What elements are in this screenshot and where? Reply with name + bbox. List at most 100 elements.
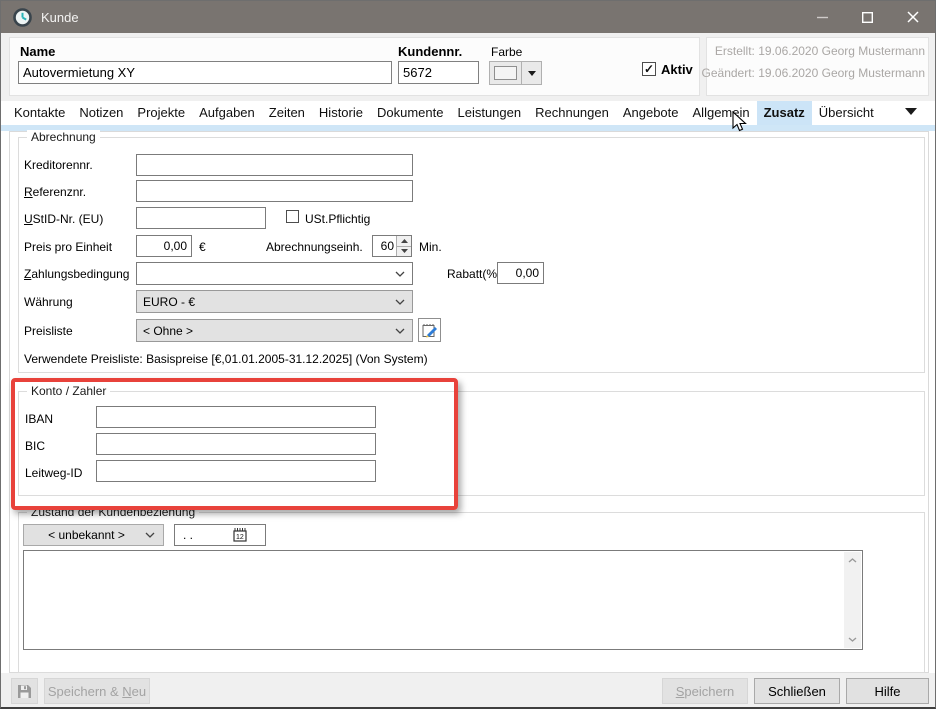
iban-input[interactable] (96, 406, 376, 428)
zahlungsbedingung-label: Zahlungsbedingung (24, 267, 129, 281)
kunde-window: Kunde Name Kundennr. Farbe ✓ (0, 0, 936, 709)
rabatt-label: Rabatt(%) (447, 267, 501, 281)
tab-angebote[interactable]: Angebote (616, 101, 686, 125)
minimize-button[interactable] (800, 1, 845, 33)
preisliste-select[interactable]: < Ohne > (136, 319, 413, 342)
kundennr-input[interactable] (398, 61, 479, 84)
waehrung-select[interactable]: EURO - € (136, 290, 413, 313)
tab-notizen[interactable]: Notizen (72, 101, 130, 125)
zustand-notes-textarea[interactable] (23, 550, 863, 650)
tab-dokumente[interactable]: Dokumente (370, 101, 450, 125)
iban-label: IBAN (25, 412, 53, 426)
kundennr-label: Kundennr. (398, 44, 462, 59)
ustid-input[interactable] (136, 207, 266, 229)
preisliste-label: Preisliste (24, 324, 73, 338)
kreditorennr-input[interactable] (136, 154, 413, 176)
preisliste-value: < Ohne > (143, 324, 193, 338)
min-label: Min. (419, 240, 442, 254)
preis-input[interactable] (136, 235, 192, 257)
speichern-neu-label-prefix: Speichern & (48, 684, 122, 699)
scroll-up-icon[interactable] (844, 552, 861, 569)
chevron-down-icon (145, 532, 155, 538)
referenznr-input[interactable] (136, 180, 413, 202)
zustand-legend: Zustand der Kundenbeziehung (27, 505, 199, 519)
geaendert-text: Geändert: 19.06.2020 Georg Mustermann (702, 66, 925, 80)
tab-allgemein[interactable]: Allgemein (686, 101, 757, 125)
title-bar: Kunde (1, 1, 935, 33)
abrechnungseinh-stepper[interactable]: 60 (372, 235, 412, 257)
farbe-label: Farbe (491, 45, 522, 59)
zahlungsbedingung-select[interactable] (136, 262, 413, 285)
calendar-icon[interactable]: 12 (231, 527, 249, 544)
scroll-down-icon[interactable] (844, 631, 861, 648)
preis-label: Preis pro Einheit (24, 240, 112, 254)
speichern-label: Speichern (676, 684, 735, 699)
kreditorennr-label: Kreditorennr. (24, 158, 93, 172)
tab-projekte[interactable]: Projekte (130, 101, 192, 125)
abrechnung-legend: Abrechnung (27, 130, 100, 144)
edit-note-icon (422, 323, 437, 338)
maximize-button[interactable] (845, 1, 890, 33)
speichern-neu-button[interactable]: Speichern & Neu (44, 678, 150, 704)
bic-input[interactable] (96, 433, 376, 455)
euro-label: € (199, 240, 206, 254)
tab-bar: Kontakte Notizen Projekte Aufgaben Zeite… (1, 101, 935, 125)
tab-zeiten[interactable]: Zeiten (262, 101, 312, 125)
zustand-date-field[interactable]: . . 12 (174, 524, 266, 546)
stepper-down-icon[interactable] (397, 246, 411, 257)
stepper-up-icon[interactable] (397, 236, 411, 246)
minimize-icon (817, 12, 828, 23)
save-floppy-icon (17, 684, 32, 699)
leitweg-id-input[interactable] (96, 460, 376, 482)
tab-historie[interactable]: Historie (312, 101, 370, 125)
ustpflichtig-checkbox[interactable] (286, 210, 299, 223)
speichern-neu-label-accel: Neu (122, 684, 146, 699)
tab-kontakte[interactable]: Kontakte (7, 101, 72, 125)
abrechnungseinh-label: Abrechnungseinh. (266, 240, 363, 254)
dropdown-arrow-icon (528, 71, 536, 76)
maximize-icon (862, 12, 873, 23)
abrechnungseinh-value: 60 (373, 236, 396, 256)
tab-aufgaben[interactable]: Aufgaben (192, 101, 262, 125)
zustand-select[interactable]: < unbekannt > (23, 524, 164, 546)
schliessen-label: Schließen (768, 684, 826, 699)
date-value: . . (183, 528, 193, 542)
schliessen-button[interactable]: Schließen (754, 678, 840, 704)
close-button[interactable] (890, 1, 935, 33)
name-input[interactable] (18, 61, 392, 84)
app-clock-icon (13, 8, 32, 27)
chevron-down-icon (395, 328, 405, 334)
window-title: Kunde (41, 10, 79, 25)
rabatt-input[interactable] (497, 262, 544, 284)
waehrung-value: EURO - € (143, 295, 195, 309)
referenznr-label: Referenznr. (24, 185, 86, 199)
hilfe-button[interactable]: Hilfe (846, 678, 929, 704)
vertical-scrollbar[interactable] (844, 552, 861, 648)
konto-zahler-legend: Konto / Zahler (27, 384, 110, 398)
zustand-value: < unbekannt > (48, 528, 125, 542)
tab-leistungen[interactable]: Leistungen (450, 101, 528, 125)
tab-zusatz[interactable]: Zusatz (757, 101, 812, 125)
aktiv-checkbox[interactable]: ✓ (642, 62, 656, 76)
ustid-label: UStID-Nr. (EU) (24, 212, 103, 226)
preisliste-edit-button[interactable] (418, 318, 441, 342)
bic-label: BIC (25, 439, 45, 453)
verwendete-preisliste-text: Verwendete Preisliste: Basispreise [€,01… (24, 352, 428, 366)
hilfe-label: Hilfe (874, 684, 900, 699)
tab-uebersicht[interactable]: Übersicht (812, 101, 881, 125)
waehrung-label: Währung (24, 295, 73, 309)
color-picker[interactable] (489, 61, 542, 85)
erstellt-text: Erstellt: 19.06.2020 Georg Mustermann (715, 44, 925, 58)
color-dropdown-button[interactable] (522, 61, 542, 85)
aktiv-label: Aktiv (661, 62, 693, 77)
save-icon-button[interactable] (11, 678, 38, 704)
tab-rechnungen[interactable]: Rechnungen (528, 101, 616, 125)
tab-overflow-arrow-icon[interactable] (905, 108, 917, 115)
color-swatch (494, 66, 517, 80)
close-icon (907, 11, 919, 23)
header-panel: Name Kundennr. Farbe ✓ Aktiv Erstellt: 1… (1, 33, 935, 101)
footer-bar: Speichern & Neu Speichern Schließen Hilf… (1, 673, 935, 708)
svg-text:12: 12 (236, 534, 244, 541)
color-swatch-button[interactable] (489, 61, 522, 85)
speichern-button[interactable]: Speichern (662, 678, 748, 704)
